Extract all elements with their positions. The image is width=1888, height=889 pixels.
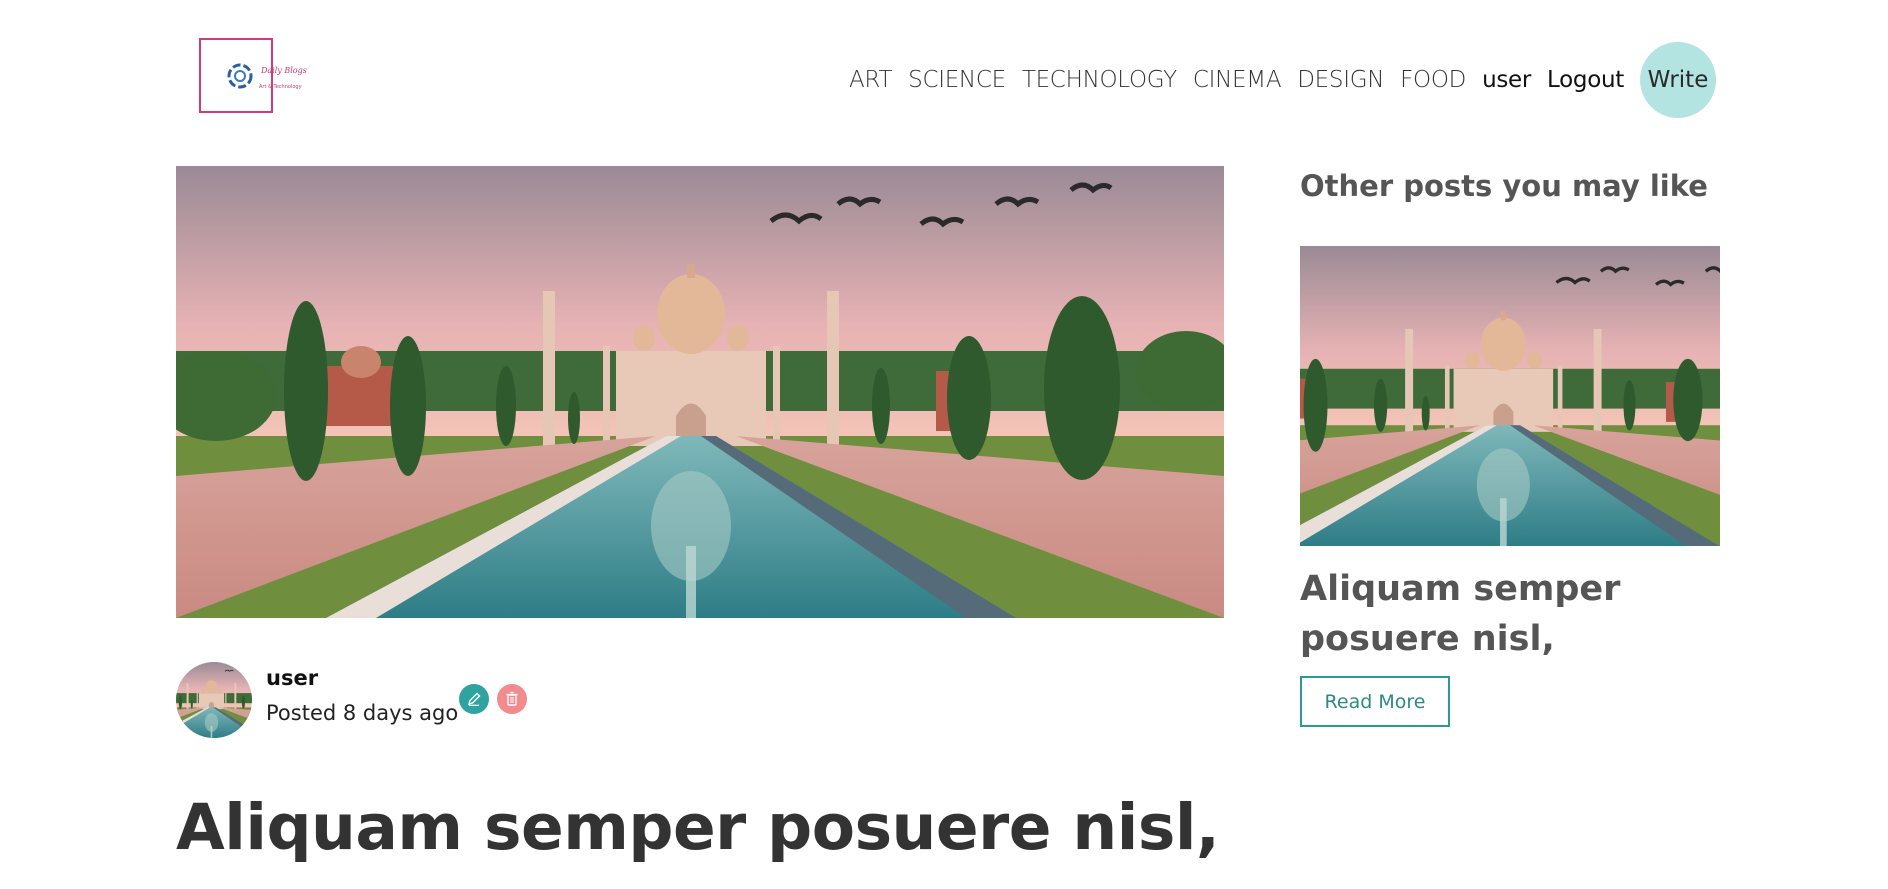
related-post-title[interactable]: Aliquam semper posuere nisl, xyxy=(1300,564,1730,664)
delete-post-button[interactable] xyxy=(497,684,527,714)
read-more-button[interactable]: Read More xyxy=(1300,676,1450,727)
trash-icon xyxy=(506,691,518,706)
post-title: Aliquam semper posuere nisl, xyxy=(176,791,1220,864)
author-name[interactable]: user xyxy=(266,666,318,690)
nav-item-food[interactable]: FOOD xyxy=(1400,67,1466,93)
nav-item-design[interactable]: DESIGN xyxy=(1297,67,1384,93)
nav-item-science[interactable]: SCIENCE xyxy=(908,67,1006,93)
sidebar-heading: Other posts you may like xyxy=(1300,169,1708,203)
logo-subtitle: Art & Technology xyxy=(259,84,302,90)
related-post-image[interactable] xyxy=(1300,246,1720,546)
edit-post-button[interactable] xyxy=(459,684,489,714)
write-button[interactable]: Write xyxy=(1640,42,1716,118)
nav-item-art[interactable]: ART xyxy=(849,67,893,93)
logout-link[interactable]: Logout xyxy=(1547,67,1624,93)
post-date: Posted 8 days ago xyxy=(266,701,459,725)
nav-item-technology[interactable]: TECHNOLOGY xyxy=(1022,67,1177,93)
author-avatar[interactable] xyxy=(176,662,252,738)
logo-title: Daily Blogs xyxy=(261,66,307,75)
post-hero-image xyxy=(176,166,1224,618)
nav-user-link[interactable]: user xyxy=(1482,67,1531,93)
site-logo[interactable]: Daily Blogs Art & Technology xyxy=(199,38,307,113)
top-navigation: ART SCIENCE TECHNOLOGY CINEMA DESIGN FOO… xyxy=(833,42,1716,118)
logo-swirl-icon xyxy=(227,63,253,89)
pencil-icon xyxy=(467,692,481,706)
nav-item-cinema[interactable]: CINEMA xyxy=(1193,67,1282,93)
